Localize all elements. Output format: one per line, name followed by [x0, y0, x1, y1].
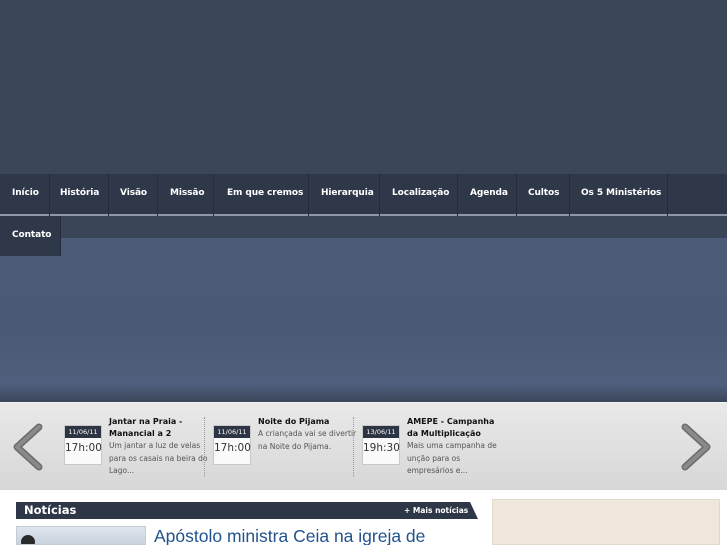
nav-separator: [569, 174, 570, 216]
chevron-left-icon[interactable]: [12, 423, 44, 471]
nav-separator: [379, 174, 380, 216]
event-description: Mais uma campanha de unção para os empre…: [407, 441, 497, 475]
hero-banner: [0, 238, 727, 388]
nav-item-em-que-cremos[interactable]: Em que cremos: [227, 188, 303, 198]
chevron-right-icon[interactable]: [680, 423, 712, 471]
nav-item-localizacao[interactable]: Localização: [392, 188, 449, 198]
nav-item-historia[interactable]: História: [60, 188, 99, 198]
nav-separator: [667, 174, 668, 216]
nav-separator: [516, 174, 517, 216]
event-title[interactable]: Noite do Pijama: [258, 416, 358, 428]
news-headline-link[interactable]: Apóstolo ministra Ceia na igreja de: [154, 526, 425, 545]
event-date: 13/06/11: [363, 426, 399, 438]
nav-separator: [213, 174, 214, 216]
event-description: Um jantar a luz de velas para os casais …: [109, 441, 208, 475]
event-date-badge: 11/06/11 17h:00: [213, 425, 251, 465]
nav-item-contato[interactable]: Contato: [12, 230, 51, 240]
event-time: 19h:30: [363, 442, 400, 454]
nav-item-cultos[interactable]: Cultos: [528, 188, 559, 198]
content-area: Notícias + Mais notícias Apóstolo minist…: [0, 490, 727, 545]
event-date-badge: 11/06/11 17h:00: [64, 425, 102, 465]
nav-bar: Início História Visão Missão Em que crem…: [0, 174, 727, 216]
event-card[interactable]: 13/06/11 19h:30 AMEPE - Campanha da Mult…: [362, 415, 510, 479]
nav-separator: [108, 174, 109, 216]
event-card[interactable]: 11/06/11 17h:00 Noite do Pijama A crianç…: [213, 415, 361, 479]
sidebar-box: [492, 499, 720, 545]
nav-item-visao[interactable]: Visão: [120, 188, 147, 198]
events-carousel: 11/06/11 17h:00 Jantar na Praia - Mananc…: [0, 402, 727, 490]
nav-separator: [49, 174, 50, 216]
nav-separator: [457, 174, 458, 216]
event-title[interactable]: AMEPE - Campanha da Multiplicação: [407, 416, 507, 440]
event-title[interactable]: Jantar na Praia - Manancial a 2: [109, 416, 209, 440]
event-time: 17h:00: [214, 442, 251, 454]
more-news-link[interactable]: + Mais notícias: [404, 506, 468, 515]
news-thumbnail[interactable]: [16, 526, 146, 545]
nav-item-agenda[interactable]: Agenda: [470, 188, 508, 198]
header-band: [0, 0, 727, 174]
news-header-cut: [470, 502, 478, 519]
nav-row-2: Contato: [0, 216, 61, 256]
nav-separator: [308, 174, 309, 216]
nav-separator: [157, 174, 158, 216]
news-section-title: Notícias: [24, 503, 77, 517]
event-time: 17h:00: [65, 442, 102, 454]
nav-item-inicio[interactable]: Início: [12, 188, 39, 198]
event-date: 11/06/11: [65, 426, 101, 438]
event-divider: [204, 417, 205, 477]
event-date: 11/06/11: [214, 426, 250, 438]
banner-shadow: [0, 384, 727, 402]
nav-item-missao[interactable]: Missão: [170, 188, 205, 198]
event-card[interactable]: 11/06/11 17h:00 Jantar na Praia - Mananc…: [64, 415, 212, 479]
nav-item-hierarquia[interactable]: Hierarquia: [321, 188, 374, 198]
event-divider: [353, 417, 354, 477]
person-photo: [21, 535, 35, 544]
event-date-badge: 13/06/11 19h:30: [362, 425, 400, 465]
event-description: A criançada vai se divertir na Noite do …: [258, 429, 357, 451]
nav-item-ministerios[interactable]: Os 5 Ministérios: [581, 188, 661, 198]
